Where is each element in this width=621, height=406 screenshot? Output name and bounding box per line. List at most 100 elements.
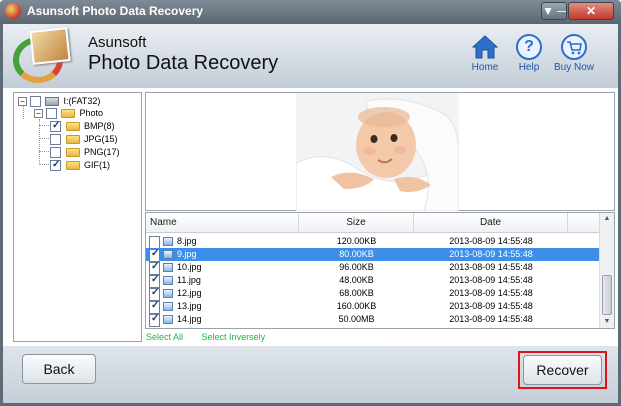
tree-label-gif: GIF(1)	[84, 160, 111, 170]
collapse-icon[interactable]: −	[18, 97, 27, 107]
table-row[interactable]: 11.jpg 48.00KB 2013-08-09 14:55:48	[146, 273, 599, 288]
folder-tree[interactable]: − I:(FAT32) − Photo BMP(8) JPG(15)	[13, 92, 142, 342]
product-name: Photo Data Recovery	[88, 52, 279, 74]
image-file-icon	[163, 302, 173, 311]
scroll-down-icon[interactable]: ▼	[600, 316, 614, 328]
vertical-scrollbar[interactable]: ▲ ▼	[599, 213, 614, 328]
file-size: 96.00KB	[339, 262, 374, 272]
tree-checkbox-gif[interactable]	[50, 158, 61, 172]
tree-label-png: PNG(17)	[84, 147, 120, 157]
help-label: Help	[518, 62, 540, 73]
main-content: − I:(FAT32) − Photo BMP(8) JPG(15)	[3, 88, 618, 346]
file-size: 50.00MB	[338, 314, 375, 324]
help-button[interactable]: ? Help	[506, 34, 552, 80]
help-icon: ?	[516, 34, 542, 60]
column-header-name[interactable]: Name	[146, 213, 299, 233]
scrollbar-thumb[interactable]	[602, 275, 612, 315]
recover-button[interactable]: Recover	[523, 355, 602, 385]
back-button[interactable]: Back	[22, 354, 96, 384]
table-row[interactable]: 14.jpg 50.00MB 2013-08-09 14:55:48	[146, 312, 599, 327]
folder-icon	[61, 109, 76, 119]
folder-icon	[65, 122, 80, 132]
file-date: 2013-08-09 14:55:48	[449, 236, 533, 246]
recover-highlight: Recover	[518, 351, 607, 389]
logo-icon	[13, 27, 71, 83]
image-file-icon	[163, 315, 173, 324]
scroll-up-icon[interactable]: ▲	[600, 213, 614, 225]
column-header-size[interactable]: Size	[299, 213, 414, 233]
table-row[interactable]: 8.jpg 120.00KB 2013-08-09 14:55:48	[146, 235, 599, 249]
window-title: Asunsoft Photo Data Recovery	[27, 4, 204, 18]
file-name: 12.jpg	[177, 288, 202, 298]
cart-icon	[561, 34, 587, 60]
tree-label-jpg: JPG(15)	[84, 134, 118, 144]
select-inversely-link[interactable]: Select Inversely	[202, 332, 266, 342]
app-icon	[5, 3, 21, 19]
list-header: Name Size Date	[146, 213, 599, 233]
tree-checkbox-photo[interactable]	[45, 108, 57, 120]
app-header: Asunsoft Photo Data Recovery Home ? Help…	[3, 24, 618, 88]
image-file-icon	[163, 289, 173, 298]
file-name: 13.jpg	[177, 301, 202, 311]
tree-checkbox-jpg[interactable]	[50, 134, 61, 146]
buy-now-button[interactable]: Buy Now	[551, 34, 597, 80]
drive-icon	[45, 97, 60, 107]
file-size: 48.00KB	[339, 275, 374, 285]
file-list[interactable]: Name Size Date 8.jpg 120.00KB 2013-08-09…	[145, 212, 615, 329]
table-row[interactable]: 13.jpg 160.00KB 2013-08-09 14:55:48	[146, 299, 599, 314]
folder-icon	[65, 148, 80, 158]
buy-now-label: Buy Now	[553, 62, 594, 73]
tree-checkbox-drive[interactable]	[29, 96, 41, 108]
tree-label-bmp: BMP(8)	[84, 121, 115, 131]
image-file-icon	[163, 263, 173, 272]
file-date: 2013-08-09 14:55:48	[449, 301, 533, 311]
image-file-icon	[163, 276, 173, 285]
tree-checkbox-png[interactable]	[50, 147, 61, 159]
file-size: 120.00KB	[336, 236, 377, 246]
image-file-icon	[163, 237, 173, 246]
file-size: 80.00KB	[339, 249, 374, 259]
tree-label-photo: Photo	[79, 108, 104, 118]
image-file-icon	[163, 250, 173, 259]
tree-item-photo[interactable]: − Photo	[34, 107, 103, 120]
home-label: Home	[471, 62, 499, 73]
column-header-date[interactable]: Date	[414, 213, 568, 233]
select-all-link[interactable]: Select All	[146, 332, 183, 342]
file-size: 68.00KB	[339, 288, 374, 298]
tree-item-jpg[interactable]: JPG(15)	[50, 133, 118, 146]
table-row[interactable]: 10.jpg 96.00KB 2013-08-09 14:55:48	[146, 260, 599, 275]
table-row[interactable]: 12.jpg 68.00KB 2013-08-09 14:55:48	[146, 286, 599, 301]
file-name: 8.jpg	[177, 236, 197, 246]
file-date: 2013-08-09 14:55:48	[449, 314, 533, 324]
file-date: 2013-08-09 14:55:48	[449, 262, 533, 272]
row-checkbox[interactable]	[149, 312, 160, 327]
table-row-selected[interactable]: 9.jpg 80.00KB 2013-08-09 14:55:48	[146, 247, 599, 262]
tree-label-drive: I:(FAT32)	[63, 96, 101, 106]
image-preview	[145, 92, 615, 211]
file-name: 10.jpg	[177, 262, 202, 272]
minimize-button[interactable]: ▼ ─	[541, 2, 567, 20]
tree-item-bmp[interactable]: BMP(8)	[50, 119, 115, 133]
tree-item-png[interactable]: PNG(17)	[50, 146, 120, 159]
close-button[interactable]: ✕	[568, 2, 614, 20]
title-bar[interactable]: Asunsoft Photo Data Recovery ▼ ─ ✕	[0, 0, 621, 24]
app-window: Asunsoft Photo Data Recovery ▼ ─ ✕ Asuns…	[0, 0, 621, 406]
file-name: 9.jpg	[175, 248, 199, 261]
folder-icon	[65, 161, 80, 171]
file-name: 14.jpg	[177, 314, 202, 324]
tree-item-gif[interactable]: GIF(1)	[50, 158, 111, 172]
folder-icon	[65, 135, 80, 145]
tree-checkbox-bmp[interactable]	[50, 119, 61, 133]
footer-bar: Back Recover	[3, 346, 618, 403]
home-icon	[472, 35, 498, 59]
file-size: 160.00KB	[336, 301, 377, 311]
file-date: 2013-08-09 14:55:48	[449, 288, 533, 298]
collapse-icon[interactable]: −	[34, 109, 43, 119]
home-button[interactable]: Home	[462, 34, 508, 80]
file-date: 2013-08-09 14:55:48	[449, 249, 533, 259]
baby-photo-image	[296, 93, 459, 211]
file-date: 2013-08-09 14:55:48	[449, 275, 533, 285]
file-name: 11.jpg	[177, 275, 201, 285]
brand-name: Asunsoft	[88, 34, 147, 51]
selection-links: Select All Select Inversely	[146, 332, 281, 342]
